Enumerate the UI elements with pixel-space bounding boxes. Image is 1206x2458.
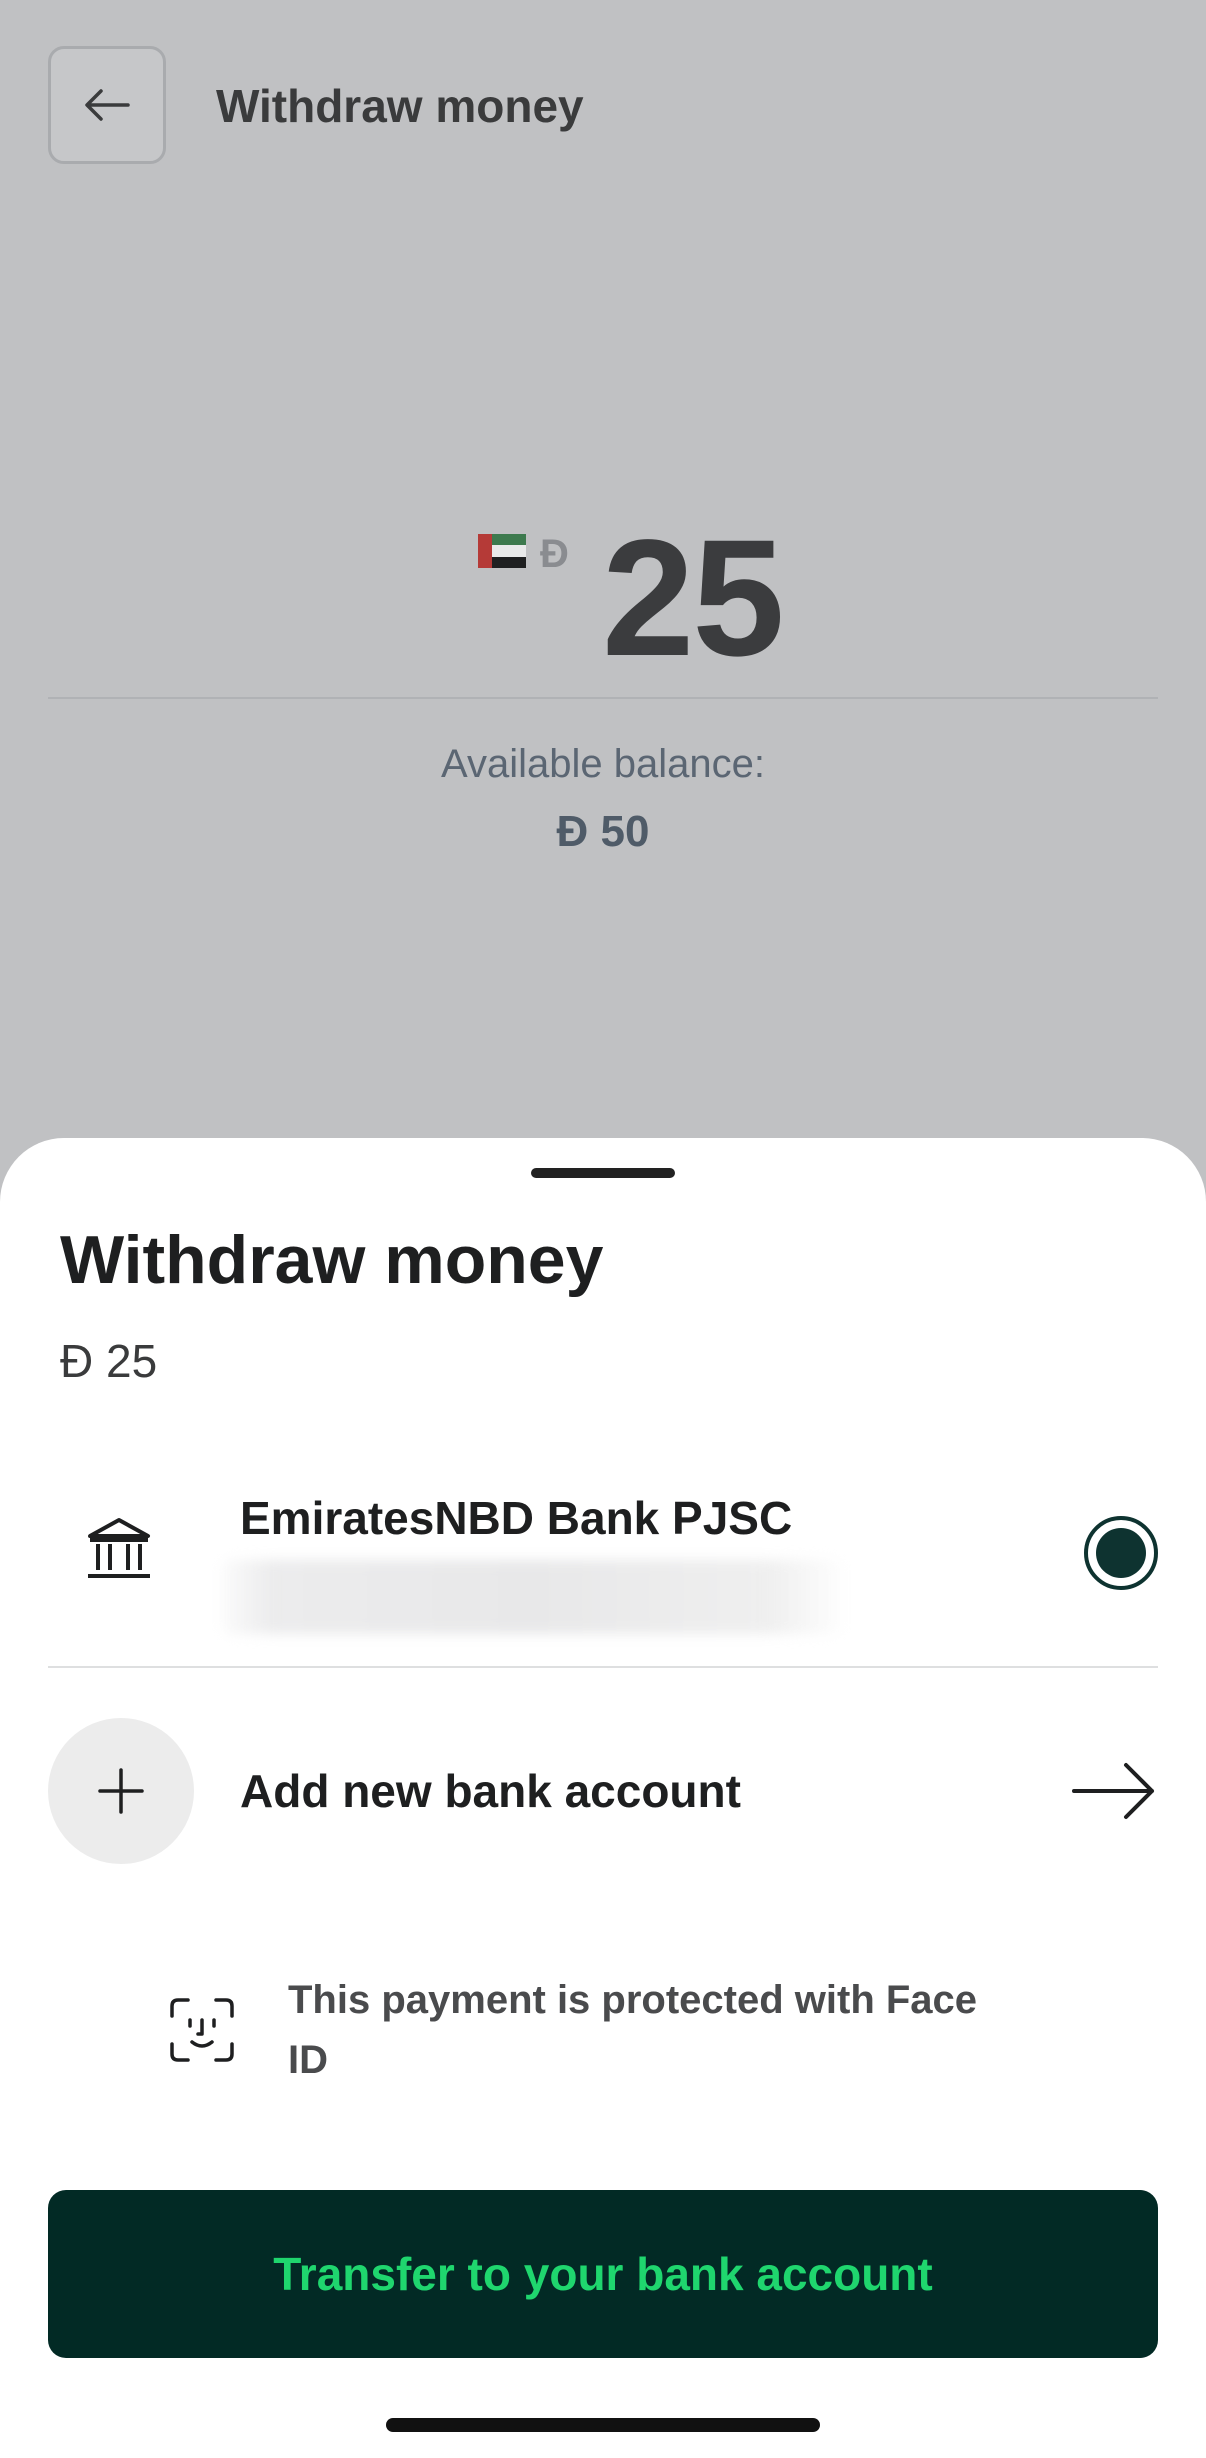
face-id-notice: This payment is protected with Face ID <box>168 1970 1068 2100</box>
sheet-grabber[interactable] <box>531 1168 675 1178</box>
plus-icon <box>98 1768 144 1814</box>
sheet-amount: Đ 25 <box>60 1335 158 1387</box>
face-id-icon <box>170 1998 234 2062</box>
back-button[interactable] <box>48 46 166 164</box>
add-bank-account-row[interactable]: Add new bank account <box>48 1718 1158 1864</box>
sheet-title: Withdraw money <box>60 1222 604 1298</box>
bank-account-option[interactable]: EmiratesNBD Bank PJSC <box>48 1468 1158 1638</box>
balance-label: Available balance: <box>441 742 765 786</box>
amount-underline <box>48 697 1158 699</box>
page-title: Withdraw money <box>216 80 584 132</box>
bank-name: EmiratesNBD Bank PJSC <box>240 1492 793 1544</box>
arrow-right-icon <box>1072 1763 1154 1819</box>
add-account-button[interactable] <box>48 1718 194 1864</box>
home-indicator[interactable] <box>386 2418 820 2432</box>
amount-display: Đ 25 <box>0 510 1206 682</box>
bank-icon <box>88 1518 150 1578</box>
arrow-left-icon <box>85 89 130 121</box>
add-account-label: Add new bank account <box>240 1765 741 1817</box>
amount-value[interactable]: 25 <box>602 516 785 682</box>
bank-radio-selected[interactable] <box>1084 1516 1158 1590</box>
withdraw-bottom-sheet: Withdraw money Đ 25 EmiratesNBD Bank PJS… <box>0 1138 1206 2458</box>
transfer-button-label: Transfer to your bank account <box>273 2248 933 2300</box>
bank-account-number-redacted <box>222 1560 842 1634</box>
uae-flag-icon <box>478 534 526 568</box>
face-id-text: This payment is protected with Face ID <box>288 1978 978 2082</box>
balance-value: Đ 50 <box>556 807 650 856</box>
divider <box>48 1666 1158 1668</box>
currency-symbol: Đ <box>540 532 569 576</box>
transfer-button[interactable]: Transfer to your bank account <box>48 2190 1158 2358</box>
